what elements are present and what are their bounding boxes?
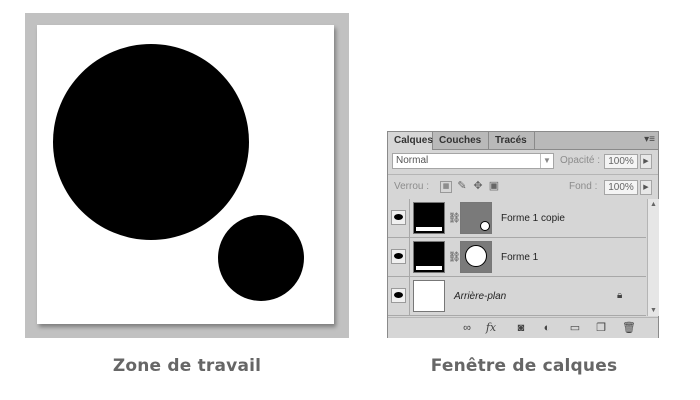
layer-name[interactable]: Forme 1 copie xyxy=(501,213,565,224)
panel-tab-bar: Calques Couches Tracés ▾≡ xyxy=(388,132,658,150)
small-black-circle[interactable] xyxy=(218,215,304,301)
adjustment-layer-icon[interactable]: ◐ xyxy=(540,321,554,335)
lock-label: Verrou : xyxy=(394,181,430,192)
layer-name[interactable]: Arrière-plan xyxy=(454,291,506,302)
blend-mode-value: Normal xyxy=(396,155,429,166)
document-canvas[interactable] xyxy=(37,25,334,324)
add-mask-icon[interactable]: ◙ xyxy=(514,321,528,335)
mask-circle-shape xyxy=(465,245,487,267)
layers-scrollbar[interactable]: ▲ ▼ xyxy=(647,199,659,316)
tab-traces[interactable]: Tracés xyxy=(489,132,535,149)
layer-row[interactable]: Arrière-plan 🔒︎ xyxy=(388,277,646,316)
layer-row[interactable]: ⛓ Forme 1 xyxy=(388,238,646,277)
new-group-icon[interactable]: ▭ xyxy=(568,321,582,335)
panel-footer: ∞ fx ◙ ◐ ▭ ❐ 🗑︎ xyxy=(388,317,658,338)
vector-mask-thumbnail[interactable] xyxy=(460,241,492,273)
eye-icon[interactable] xyxy=(391,288,406,303)
blend-mode-select[interactable]: Normal ▼ xyxy=(392,153,554,169)
link-icon[interactable]: ⛓ xyxy=(448,213,461,224)
layers-list: ⛓ Forme 1 copie ⛓ Forme 1 Arrière-plan 🔒… xyxy=(388,199,646,316)
layer-fill-thumbnail[interactable] xyxy=(413,202,445,234)
mask-circle-shape xyxy=(480,221,490,231)
eye-icon[interactable] xyxy=(391,249,406,264)
vector-mask-thumbnail[interactable] xyxy=(460,202,492,234)
lock-transparency-icon[interactable]: ▦ xyxy=(440,181,452,193)
layers-window-caption: Fenêtre de calques xyxy=(430,356,618,376)
divider xyxy=(409,238,410,276)
lock-all-icon[interactable]: ▣ xyxy=(488,180,500,192)
divider xyxy=(409,199,410,237)
lock-move-icon[interactable]: ✥ xyxy=(472,180,484,192)
fill-slider-arrow-icon[interactable]: ▶ xyxy=(640,180,652,195)
tab-calques[interactable]: Calques xyxy=(388,132,433,150)
divider xyxy=(388,174,658,175)
large-black-circle[interactable] xyxy=(53,44,249,240)
lock-paint-brush-icon[interactable]: ✎ xyxy=(456,180,468,192)
scroll-down-icon[interactable]: ▼ xyxy=(650,307,657,314)
panel-menu-icon[interactable]: ▾≡ xyxy=(644,134,655,145)
trash-icon[interactable]: 🗑︎ xyxy=(622,321,636,335)
link-layers-icon[interactable]: ∞ xyxy=(460,321,474,335)
eye-icon[interactable] xyxy=(391,210,406,225)
tab-couches[interactable]: Couches xyxy=(433,132,489,149)
layers-panel: Calques Couches Tracés ▾≡ Normal ▼ Opaci… xyxy=(387,131,659,338)
lock-icon: 🔒︎ xyxy=(617,290,623,301)
fx-icon[interactable]: fx xyxy=(484,321,498,335)
layer-name[interactable]: Forme 1 xyxy=(501,252,538,263)
new-layer-icon[interactable]: ❐ xyxy=(594,321,608,335)
fill-label: Fond : xyxy=(569,181,598,192)
fill-field[interactable]: 100% xyxy=(604,180,638,195)
opacity-label: Opacité : xyxy=(560,155,601,166)
scroll-up-icon[interactable]: ▲ xyxy=(650,201,657,208)
link-icon[interactable]: ⛓ xyxy=(448,252,461,263)
opacity-slider-arrow-icon[interactable]: ▶ xyxy=(640,154,652,169)
layer-row[interactable]: ⛓ Forme 1 copie xyxy=(388,199,646,238)
layer-fill-thumbnail[interactable] xyxy=(413,241,445,273)
chevron-down-icon[interactable]: ▼ xyxy=(540,154,553,168)
layer-thumbnail[interactable] xyxy=(413,280,445,312)
opacity-field[interactable]: 100% xyxy=(604,154,638,169)
work-area-caption: Zone de travail xyxy=(112,356,262,376)
divider xyxy=(409,277,410,315)
